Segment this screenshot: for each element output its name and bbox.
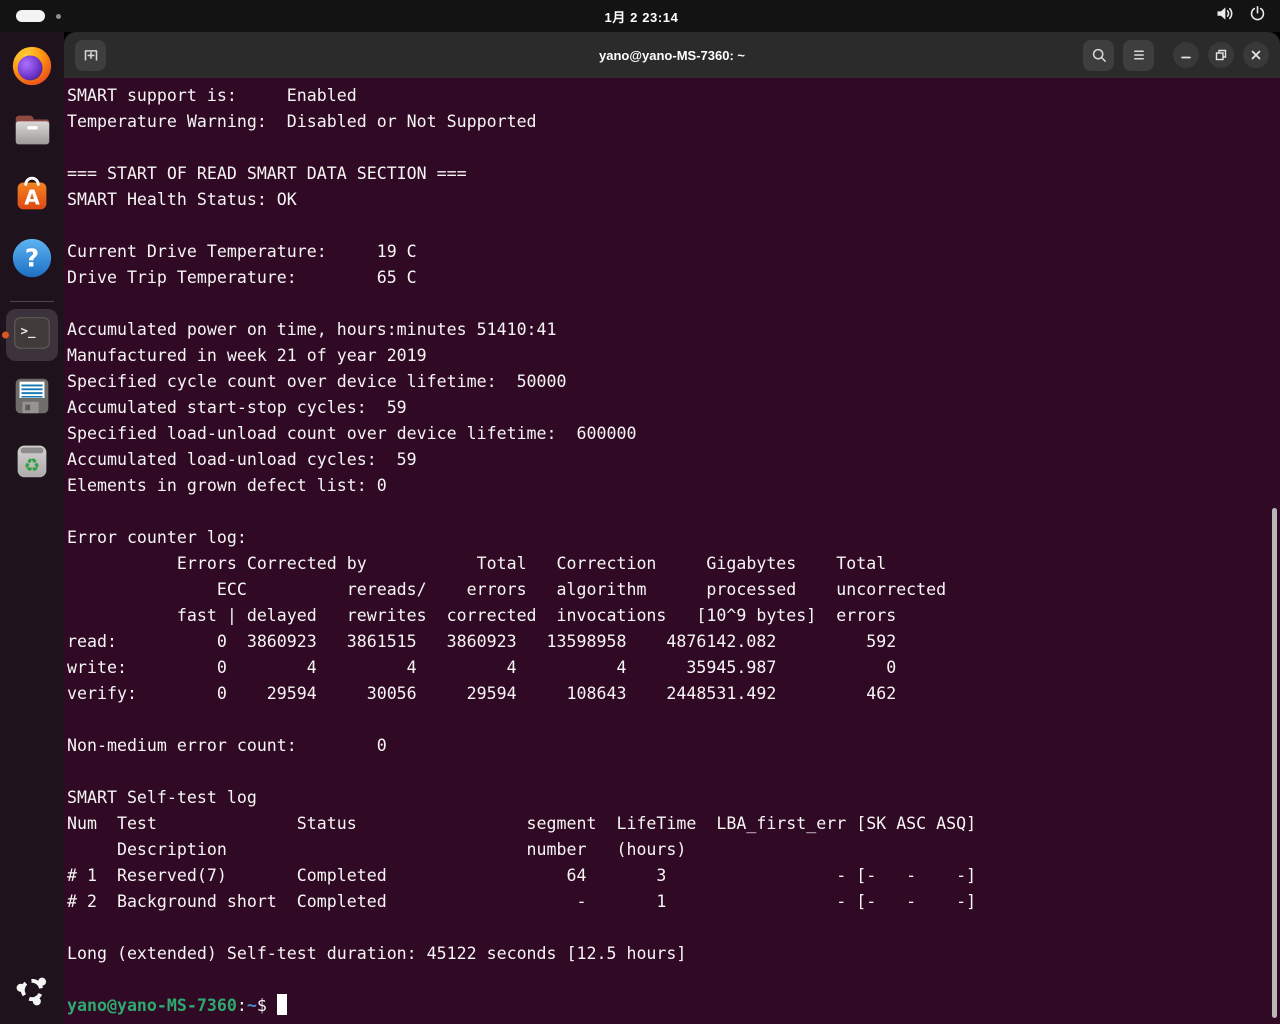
power-icon[interactable] [1248, 4, 1267, 28]
svg-text:A: A [24, 185, 40, 209]
clock[interactable]: 1月 2 23:14 [605, 7, 679, 26]
restore-button[interactable] [1208, 42, 1234, 68]
show-apps-button[interactable] [10, 970, 54, 1014]
svg-text:?: ? [25, 243, 39, 272]
help-question-icon: ? [9, 235, 55, 286]
svg-text:♻: ♻ [24, 455, 40, 476]
workspace-indicator[interactable] [16, 10, 146, 22]
running-indicator-dot [2, 332, 9, 339]
headerbar[interactable]: yano@yano-MS-7360: ~ [64, 32, 1280, 78]
prompt-dollar: $ [257, 996, 277, 1015]
firefox-icon [9, 43, 55, 94]
search-button[interactable] [1083, 40, 1114, 71]
prompt-colon: : [237, 996, 247, 1015]
close-button[interactable] [1243, 42, 1269, 68]
folder-icon [9, 107, 55, 158]
floppy-document-icon [9, 373, 55, 424]
dock-item-firefox[interactable] [8, 44, 56, 92]
dock-item-ubuntu-software[interactable]: A [8, 172, 56, 220]
terminal-content[interactable]: SMART support is: Enabled Temperature Wa… [64, 78, 1280, 1024]
terminal-icon: >_ [9, 310, 55, 361]
dock-item-files[interactable] [8, 108, 56, 156]
system-tray[interactable] [1137, 3, 1267, 29]
prompt-user-host: yano@yano-MS-7360 [67, 996, 237, 1015]
volume-icon[interactable] [1214, 3, 1235, 29]
terminal-window: yano@yano-MS-7360: ~ SMART support is: E… [64, 32, 1280, 1024]
dock-item-trash[interactable]: ♻ [8, 438, 56, 486]
workspace-dot[interactable] [56, 14, 61, 19]
svg-text:>_: >_ [21, 322, 36, 338]
top-bar: 1月 2 23:14 [0, 0, 1280, 32]
scrollbar-thumb[interactable] [1272, 508, 1277, 1018]
trash-icon: ♻ [9, 437, 55, 488]
active-workspace-pill[interactable] [16, 10, 45, 22]
dock-item-text-editor[interactable] [8, 374, 56, 422]
dock-divider [10, 301, 54, 302]
new-tab-button[interactable] [75, 40, 106, 71]
menu-button[interactable] [1123, 40, 1154, 71]
terminal-output: SMART support is: Enabled Temperature Wa… [64, 78, 1280, 1019]
terminal-cursor [277, 994, 287, 1015]
prompt-path: ~ [247, 996, 257, 1015]
dock: A ? >_ [0, 32, 64, 1024]
dock-item-help[interactable]: ? [8, 236, 56, 284]
ubuntu-logo-icon [11, 969, 53, 1016]
minimize-button[interactable] [1173, 42, 1199, 68]
software-bag-icon: A [9, 171, 55, 222]
terminal-output-text: SMART support is: Enabled Temperature Wa… [67, 86, 976, 963]
window-title: yano@yano-MS-7360: ~ [599, 48, 745, 63]
dock-item-terminal[interactable]: >_ [6, 309, 58, 361]
